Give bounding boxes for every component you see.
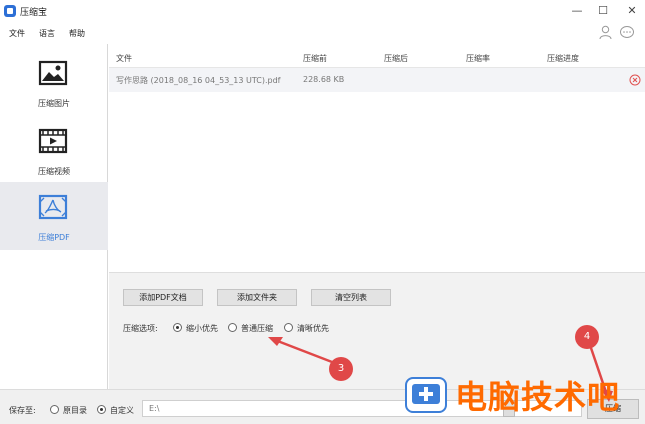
menu-bar: 文件 语言 帮助 — [0, 24, 645, 44]
cell-file-name: 写作思路 (2018_08_16 04_53_13 UTC).pdf — [116, 76, 281, 85]
window-title: 压缩宝 — [20, 8, 48, 18]
remove-row-icon[interactable] — [629, 74, 641, 86]
annotation-marker-3: 3 — [329, 357, 353, 381]
sidebar-item-pdf[interactable]: 压缩PDF — [0, 182, 108, 250]
sidebar-item-image[interactable]: 压缩图片 — [0, 48, 108, 116]
save-label-original: 原目录 — [63, 406, 87, 415]
close-button[interactable]: ✕ — [621, 3, 643, 19]
user-icon[interactable] — [599, 25, 612, 40]
option-radio-smallest[interactable] — [173, 323, 182, 332]
column-header-file[interactable]: 文件 — [116, 53, 132, 64]
sidebar: 压缩图片 压缩视频 压缩PDF — [0, 44, 108, 389]
option-label-normal: 普通压缩 — [241, 324, 273, 333]
add-folder-button[interactable]: 添加文件夹 — [217, 289, 297, 306]
save-radio-custom[interactable] — [97, 405, 106, 414]
save-radio-original[interactable] — [50, 405, 59, 414]
minimize-button[interactable]: — — [566, 3, 588, 19]
image-icon — [38, 60, 68, 86]
option-label-clarity: 清晰优先 — [297, 324, 329, 333]
save-to-label: 保存至: — [9, 406, 36, 415]
table-header: 文件 压缩前 压缩后 压缩率 压缩进度 — [109, 46, 645, 68]
maximize-button[interactable]: ☐ — [592, 3, 614, 19]
column-header-ratio[interactable]: 压缩率 — [466, 53, 490, 64]
sidebar-item-label: 压缩PDF — [38, 233, 70, 242]
column-header-before[interactable]: 压缩前 — [303, 53, 327, 64]
table-row[interactable]: 写作思路 (2018_08_16 04_53_13 UTC).pdf 228.6… — [109, 68, 645, 92]
column-header-after[interactable]: 压缩后 — [384, 53, 408, 64]
cell-size-before: 228.68 KB — [303, 75, 345, 84]
sidebar-item-video[interactable]: 压缩视频 — [0, 116, 108, 184]
option-radio-normal[interactable] — [228, 323, 237, 332]
menu-file[interactable]: 文件 — [9, 28, 25, 39]
clear-list-button[interactable]: 清空列表 — [311, 289, 391, 306]
column-header-progress[interactable]: 压缩进度 — [547, 53, 579, 64]
message-icon[interactable] — [619, 25, 635, 40]
pdf-icon — [38, 194, 68, 220]
annotation-marker-4: 4 — [575, 325, 599, 349]
video-icon — [38, 128, 68, 154]
save-label-custom: 自定义 — [110, 406, 134, 415]
watermark-text: 电脑技术吧 — [455, 378, 621, 416]
compress-options-label: 压缩选项: — [123, 324, 158, 333]
sidebar-item-label: 压缩视频 — [38, 167, 70, 176]
sidebar-item-label: 压缩图片 — [38, 99, 70, 108]
title-bar: 压缩宝 — ☐ ✕ — [0, 0, 645, 24]
add-pdf-button[interactable]: 添加PDF文档 — [123, 289, 203, 306]
menu-help[interactable]: 帮助 — [69, 28, 85, 39]
option-label-smallest: 缩小优先 — [186, 324, 218, 333]
option-radio-clarity[interactable] — [284, 323, 293, 332]
app-icon — [4, 5, 16, 17]
menu-language[interactable]: 语言 — [39, 28, 55, 39]
